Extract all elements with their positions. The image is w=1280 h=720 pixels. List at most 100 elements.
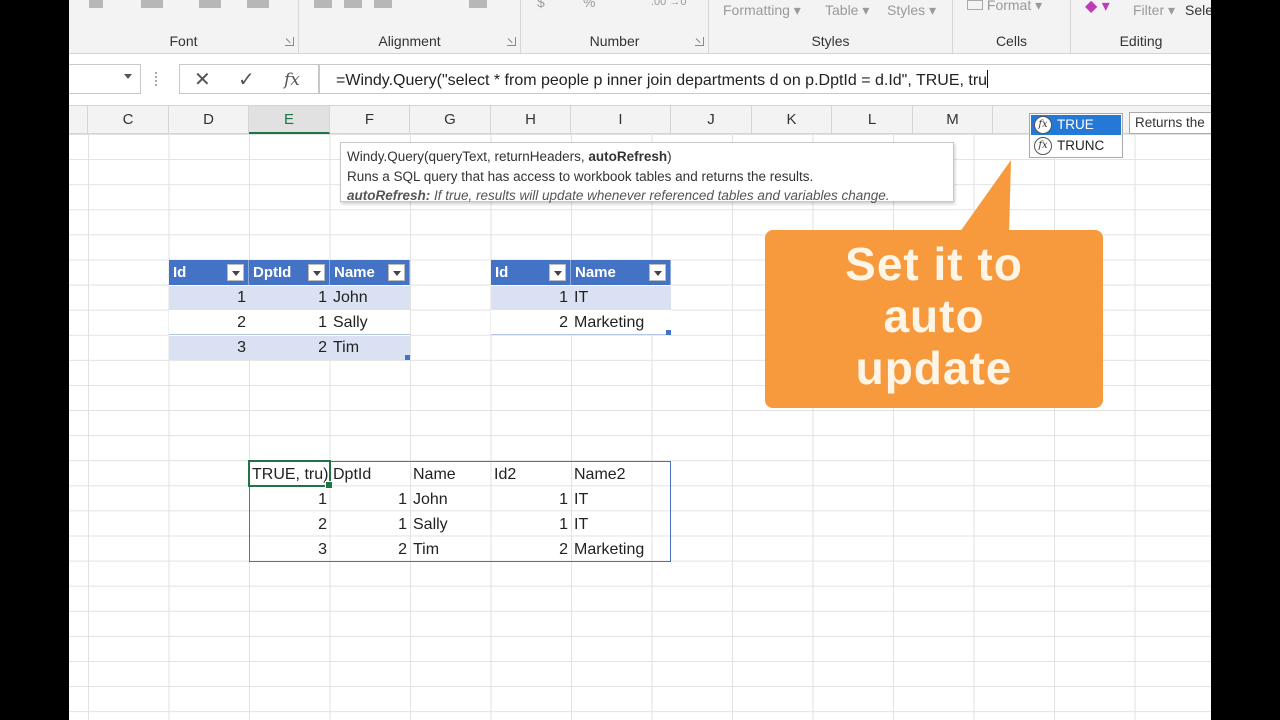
result-cell[interactable]: Marketing [571, 537, 671, 562]
table-cell[interactable]: IT [571, 285, 671, 310]
insert-function-icon[interactable]: fx [284, 67, 300, 93]
filter-dropdown-icon[interactable] [549, 264, 566, 281]
column-header-k[interactable]: K [752, 106, 832, 134]
group-label-font: Font [169, 33, 198, 49]
enter-icon[interactable]: ✓ [238, 67, 255, 93]
format-button[interactable]: Format ▾ [967, 0, 1042, 14]
column-header-c[interactable]: C [88, 106, 169, 134]
callout-text: Set it to auto update [765, 238, 1103, 394]
column-header-e[interactable]: E [249, 106, 330, 134]
clear-eraser-icon[interactable]: ◆ ▾ [1085, 0, 1110, 16]
departments-header-name[interactable]: Name [571, 260, 671, 285]
people-header-name[interactable]: Name [330, 260, 410, 285]
column-header-i[interactable]: I [571, 106, 671, 134]
table-cell[interactable]: Marketing [571, 310, 671, 335]
table-cell[interactable]: 3 [169, 335, 249, 360]
column-header-f[interactable]: F [330, 106, 410, 134]
worksheet-grid[interactable]: Id DptId Name 1 1 John 2 1 Sally 3 2 Tim… [69, 134, 1211, 720]
column-header-m[interactable]: M [913, 106, 993, 134]
result-cell[interactable]: 1 [330, 487, 410, 512]
conditional-formatting-button[interactable]: Formatting ▾ [723, 2, 801, 19]
filter-dropdown-icon[interactable] [227, 264, 244, 281]
result-cell[interactable]: 1 [330, 512, 410, 537]
find-select-button[interactable]: Sele [1185, 2, 1211, 18]
sort-filter-button[interactable]: Filter ▾ [1133, 2, 1175, 19]
result-cell[interactable]: 1 [249, 487, 330, 512]
format-as-table-button[interactable]: Table ▾ [825, 2, 869, 19]
text-caret [987, 70, 989, 88]
table-cell[interactable]: 2 [491, 310, 571, 335]
autocomplete-item-true[interactable]: fx TRUE [1031, 115, 1121, 135]
result-cell[interactable]: 2 [249, 512, 330, 537]
select-all-corner[interactable] [69, 106, 88, 134]
ribbon-group-cells: Format ▾ Cells [953, 0, 1071, 54]
cancel-icon[interactable]: ✕ [194, 67, 211, 93]
ribbon-group-alignment: Alignment [299, 0, 521, 54]
column-header-d[interactable]: D [169, 106, 249, 134]
result-cell[interactable]: IT [571, 512, 671, 537]
people-header-name-label: Name [334, 264, 375, 281]
table-cell[interactable]: 2 [249, 335, 330, 360]
autocomplete-item-label: TRUNC [1057, 138, 1105, 153]
table-cell[interactable]: 2 [169, 310, 249, 335]
table-cell[interactable]: 1 [169, 285, 249, 310]
percent-icon[interactable]: % [583, 0, 595, 10]
tooltip-param-name: autoRefresh: [347, 188, 431, 203]
result-cell[interactable]: 2 [330, 537, 410, 562]
filter-dropdown-icon[interactable] [388, 264, 405, 281]
active-cell-selection[interactable] [248, 460, 333, 489]
column-header-h[interactable]: H [491, 106, 571, 134]
result-cell[interactable]: John [410, 487, 491, 512]
tooltip-param-help: autoRefresh: If true, results will updat… [347, 186, 947, 206]
function-icon: fx [1034, 116, 1052, 134]
people-header-dptid[interactable]: DptId [249, 260, 330, 285]
column-header-g[interactable]: G [410, 106, 491, 134]
alignment-launcher-icon[interactable] [507, 37, 516, 46]
departments-header-id-label: Id [495, 264, 509, 281]
filter-dropdown-icon[interactable] [649, 264, 666, 281]
formula-input[interactable]: =Windy.Query("select * from people p inn… [319, 64, 1211, 94]
result-cell[interactable]: 2 [491, 537, 571, 562]
callout-pointer [957, 160, 1011, 236]
result-cell[interactable]: Tim [410, 537, 491, 562]
formula-buttons: ✕ ✓ fx [179, 64, 319, 94]
formula-bar: ✕ ✓ fx =Windy.Query("select * from peopl… [69, 54, 1211, 106]
callout-line-3: update [855, 342, 1013, 394]
formula-text: =Windy.Query("select * from people p inn… [336, 72, 988, 89]
name-box-dropdown-icon[interactable] [124, 74, 132, 79]
currency-icon[interactable]: $ [537, 0, 545, 10]
function-signature-tooltip: Windy.Query(queryText, returnHeaders, au… [340, 142, 954, 203]
tooltip-signature-current-param: autoRefresh [588, 149, 668, 164]
result-cell[interactable]: 1 [491, 512, 571, 537]
font-launcher-icon[interactable] [285, 37, 294, 46]
result-cell[interactable]: 3 [249, 537, 330, 562]
table-cell[interactable]: Tim [330, 335, 410, 360]
formula-bar-resize-handle[interactable] [155, 72, 157, 86]
table-cell[interactable]: John [330, 285, 410, 310]
result-cell[interactable]: Sally [410, 512, 491, 537]
result-header-cell[interactable]: Id2 [491, 462, 571, 487]
autocomplete-item-trunc[interactable]: fx TRUNC [1031, 136, 1121, 156]
name-box[interactable] [69, 64, 141, 94]
departments-header-id[interactable]: Id [491, 260, 571, 285]
result-cell[interactable]: 1 [491, 487, 571, 512]
cell-styles-button[interactable]: Styles ▾ [887, 2, 936, 19]
result-header-cell[interactable]: Name2 [571, 462, 671, 487]
result-cell[interactable]: IT [571, 487, 671, 512]
ribbon: Font Alignment $ % .00 →0 Number Formatt… [69, 0, 1211, 54]
number-launcher-icon[interactable] [695, 37, 704, 46]
format-icon [967, 0, 983, 10]
decimal-icon[interactable]: .00 →0 [651, 0, 686, 8]
filter-dropdown-icon[interactable] [308, 264, 325, 281]
result-header-cell[interactable]: DptId [330, 462, 410, 487]
table-cell[interactable]: Sally [330, 310, 410, 335]
column-header-j[interactable]: J [671, 106, 752, 134]
people-header-id[interactable]: Id [169, 260, 249, 285]
function-icon: fx [1034, 137, 1052, 155]
table-cell[interactable]: 1 [249, 310, 330, 335]
table-cell[interactable]: 1 [491, 285, 571, 310]
column-header-l[interactable]: L [832, 106, 913, 134]
annotation-callout: Set it to auto update [765, 230, 1103, 408]
table-cell[interactable]: 1 [249, 285, 330, 310]
result-header-cell[interactable]: Name [410, 462, 491, 487]
